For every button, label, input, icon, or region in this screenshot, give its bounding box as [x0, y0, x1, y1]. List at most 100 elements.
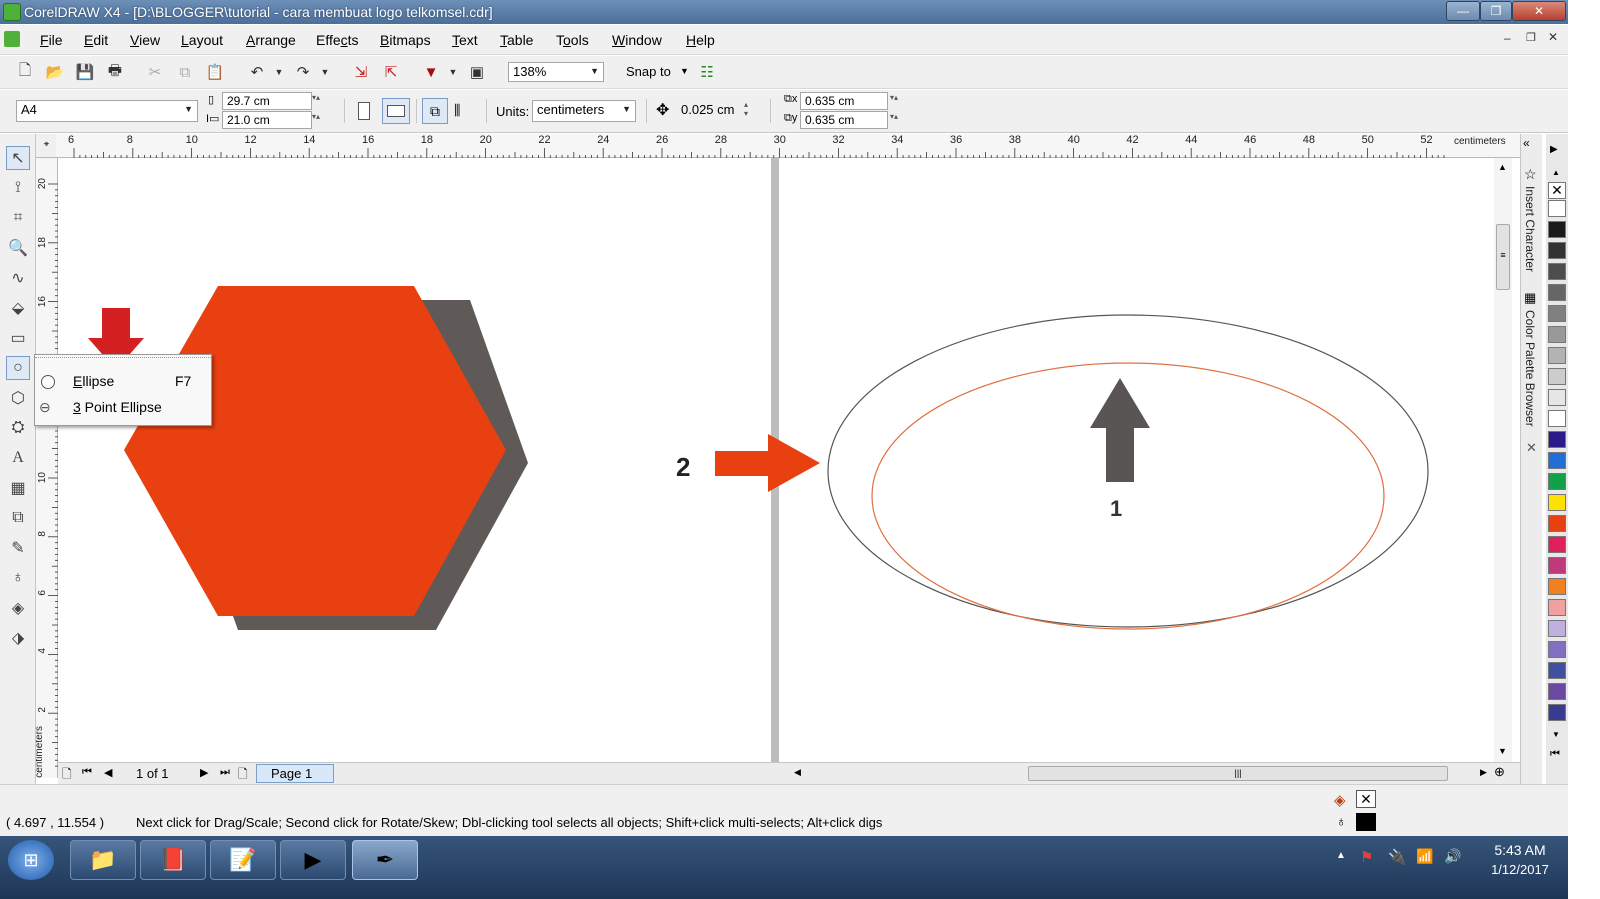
- duplicate-x-spinner[interactable]: ▾▴: [890, 93, 898, 102]
- last-page-icon[interactable]: ⏭: [220, 766, 230, 779]
- menu-window[interactable]: Window: [612, 32, 662, 48]
- launcher-dropdown-icon[interactable]: ▼: [442, 61, 464, 83]
- paste-icon[interactable]: 📋: [204, 61, 226, 83]
- ellipse-menu-item[interactable]: Ellipse: [73, 373, 114, 389]
- ruler-origin-icon[interactable]: ⌖: [36, 134, 58, 158]
- smart-fill-tool-icon[interactable]: ⬙: [6, 296, 30, 320]
- color-swatch[interactable]: [1548, 641, 1566, 658]
- snap-to-button[interactable]: Snap to: [626, 64, 671, 79]
- page-height-spinner[interactable]: ▾▴: [312, 112, 320, 121]
- welcome-screen-icon[interactable]: ▣: [466, 61, 488, 83]
- color-swatch[interactable]: [1548, 326, 1566, 343]
- color-swatch[interactable]: [1548, 557, 1566, 574]
- clock-date[interactable]: 1/12/2017: [1478, 862, 1562, 877]
- snap-to-dropdown-icon[interactable]: ▼: [680, 66, 689, 76]
- export-icon[interactable]: ⇱: [380, 61, 402, 83]
- nudge-spinner[interactable]: ▴ ▾: [744, 100, 748, 118]
- zoom-level-combo[interactable]: 138%: [508, 62, 604, 82]
- eyedropper-tool-icon[interactable]: ✎: [6, 536, 30, 560]
- ellipse-tool-icon[interactable]: ○: [6, 356, 30, 380]
- next-page-icon[interactable]: ▶: [200, 766, 208, 779]
- options-icon[interactable]: ☷: [696, 61, 718, 83]
- color-swatch[interactable]: [1548, 221, 1566, 238]
- freehand-tool-icon[interactable]: ∿: [6, 266, 30, 290]
- vertical-ruler[interactable]: 2018161412108642 centimeters: [34, 158, 58, 778]
- coreldraw-app-icon[interactable]: [3, 3, 21, 21]
- undo-icon[interactable]: ↶: [246, 61, 268, 83]
- color-swatch[interactable]: [1548, 263, 1566, 280]
- polygon-tool-icon[interactable]: ⬡: [6, 386, 30, 410]
- menu-arrange[interactable]: Arrange: [246, 32, 296, 48]
- horizontal-ruler[interactable]: 6 8 10 12 14 16 18 20 22 24 26 28 30 32 34 36 38 40 42 44 46…: [56, 134, 1540, 158]
- outline-indicator-icon[interactable]: ♁: [1336, 813, 1347, 829]
- color-swatch[interactable]: [1548, 536, 1566, 553]
- save-icon[interactable]: 💾: [74, 61, 96, 83]
- crop-tool-icon[interactable]: ⌗: [6, 206, 30, 230]
- interactive-blend-tool-icon[interactable]: ⧉: [6, 506, 30, 530]
- color-swatch[interactable]: [1548, 242, 1566, 259]
- vertical-scrollbar[interactable]: ▲ ≡ ▼: [1494, 158, 1512, 762]
- rectangle-tool-icon[interactable]: ▭: [6, 326, 30, 350]
- color-swatch[interactable]: [1548, 578, 1566, 595]
- outline-tool-icon[interactable]: ♁: [6, 566, 30, 590]
- color-palette-browser-tab[interactable]: Color Palette Browser: [1523, 310, 1537, 427]
- action-center-icon[interactable]: ⚑: [1360, 848, 1373, 866]
- text-tool-icon[interactable]: A: [6, 446, 30, 470]
- page-width-input[interactable]: 29.7 cm: [222, 92, 312, 110]
- previous-page-icon[interactable]: ◀: [104, 766, 112, 779]
- horizontal-scroll-thumb[interactable]: |||: [1028, 766, 1448, 781]
- duplicate-x-input[interactable]: 0.635 cm: [800, 92, 888, 110]
- color-swatch[interactable]: [1548, 515, 1566, 532]
- color-swatch[interactable]: [1548, 683, 1566, 700]
- landscape-button[interactable]: [382, 98, 410, 124]
- doc-restore-icon[interactable]: ❐: [1526, 31, 1536, 44]
- print-icon[interactable]: 🖶: [104, 61, 126, 83]
- show-hidden-icons[interactable]: ▲: [1336, 850, 1346, 861]
- paper-type-select[interactable]: A4: [16, 100, 198, 122]
- explorer-taskbar-icon[interactable]: 📁: [70, 840, 136, 880]
- basic-shapes-tool-icon[interactable]: ⛭: [6, 416, 30, 440]
- interactive-fill-tool-icon[interactable]: ⬗: [6, 626, 30, 650]
- menu-table[interactable]: Table: [500, 32, 533, 48]
- scroll-left-icon[interactable]: ◀: [794, 767, 801, 778]
- palette-scroll-down-icon[interactable]: ▼: [1552, 730, 1560, 739]
- volume-icon[interactable]: 🔊: [1444, 848, 1461, 865]
- outline-color-swatch[interactable]: [1356, 813, 1376, 831]
- menu-effects[interactable]: Effects: [316, 32, 359, 48]
- color-swatch[interactable]: [1548, 200, 1566, 217]
- duplicate-y-spinner[interactable]: ▾▴: [890, 112, 898, 121]
- vertical-scroll-thumb[interactable]: ≡: [1496, 224, 1510, 290]
- color-swatch[interactable]: [1548, 452, 1566, 469]
- clock-time[interactable]: 5:43 AM: [1484, 842, 1556, 858]
- menu-tools[interactable]: Tools: [556, 32, 589, 48]
- color-swatch[interactable]: [1548, 305, 1566, 322]
- color-swatch[interactable]: [1548, 662, 1566, 679]
- fill-color-swatch[interactable]: ✕: [1356, 790, 1376, 808]
- open-folder-icon[interactable]: 📂: [44, 61, 66, 83]
- application-launcher-icon[interactable]: ▼: [420, 61, 442, 83]
- color-swatch[interactable]: [1548, 284, 1566, 301]
- cut-icon[interactable]: ✂: [144, 61, 166, 83]
- notes-taskbar-icon[interactable]: 📝: [210, 840, 276, 880]
- menu-edit[interactable]: Edit: [84, 32, 108, 48]
- scroll-down-icon[interactable]: ▼: [1498, 746, 1507, 756]
- zoom-tool-icon[interactable]: 🔍: [6, 236, 30, 260]
- menu-bitmaps[interactable]: Bitmaps: [380, 32, 431, 48]
- import-icon[interactable]: ⇲: [350, 61, 372, 83]
- fill-indicator-icon[interactable]: ◈: [1334, 791, 1346, 809]
- no-color-swatch[interactable]: ✕: [1548, 182, 1566, 199]
- document-icon[interactable]: [4, 31, 20, 47]
- color-swatch[interactable]: [1548, 410, 1566, 427]
- scroll-up-icon[interactable]: ▲: [1498, 162, 1507, 172]
- color-swatch[interactable]: [1548, 368, 1566, 385]
- docker-close-icon[interactable]: ✕: [1526, 440, 1537, 456]
- navigator-zoom-icon[interactable]: ⊕: [1494, 764, 1505, 780]
- copy-icon[interactable]: ⧉: [174, 61, 196, 83]
- insert-page-before-icon[interactable]: 🗋: [62, 765, 72, 786]
- color-swatch[interactable]: [1548, 389, 1566, 406]
- new-document-icon[interactable]: 🗋: [14, 61, 36, 83]
- color-swatch[interactable]: [1548, 431, 1566, 448]
- menu-layout[interactable]: Layout: [181, 32, 223, 48]
- page-width-spinner[interactable]: ▾▴: [312, 93, 320, 102]
- menu-text[interactable]: Text: [452, 32, 478, 48]
